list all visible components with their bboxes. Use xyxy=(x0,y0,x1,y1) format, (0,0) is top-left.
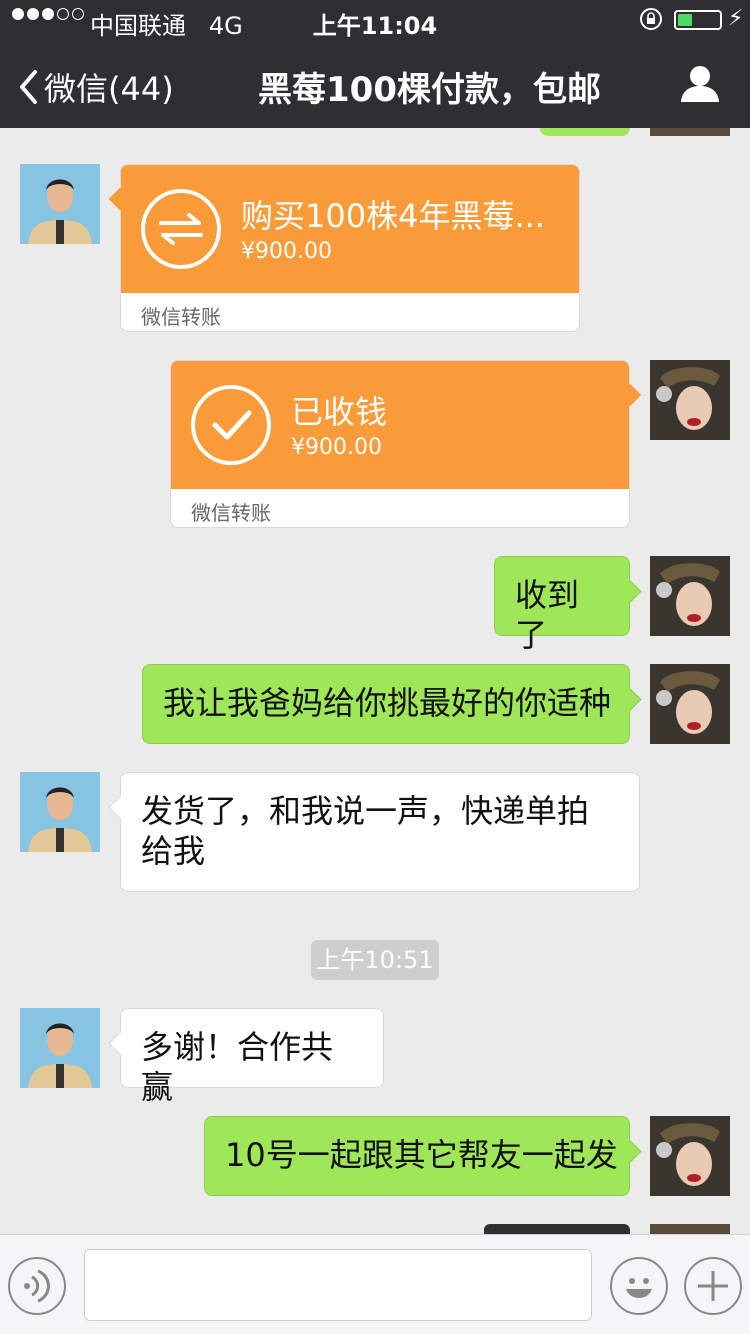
rotation-lock-icon xyxy=(640,8,662,30)
transfer-footer: 微信转账 xyxy=(141,305,221,329)
charging-icon: ⚡ xyxy=(728,6,744,31)
nav-bar: 微信(44) 黑莓100棵付款，包邮 xyxy=(0,42,750,128)
emoji-icon[interactable] xyxy=(610,1257,668,1315)
avatar-other[interactable] xyxy=(20,1008,100,1088)
avatar-other[interactable] xyxy=(20,772,100,852)
message-bubble-self[interactable]: 收到了 xyxy=(494,556,630,654)
battery-icon xyxy=(674,10,722,30)
chat-area[interactable]: 购买100株4年黑莓... ¥900.00 微信转账 已收钱 ¥900.00 微… xyxy=(0,128,750,1234)
checkmark-icon xyxy=(191,385,271,465)
plus-icon[interactable] xyxy=(684,1257,742,1315)
message-bubble-self[interactable]: 我让我爸妈给你挑最好的你适种 xyxy=(142,664,630,744)
avatar-self[interactable] xyxy=(650,556,730,636)
avatar-self[interactable] xyxy=(650,360,730,440)
message-bubble-self[interactable]: 10号一起跟其它帮友一起发 xyxy=(204,1116,630,1196)
transfer-footer: 微信转账 xyxy=(191,501,271,525)
transfer-amount: ¥900.00 xyxy=(291,435,382,460)
message-text: 发货了，和我说一声，快递单拍给我 xyxy=(141,792,590,870)
voice-icon[interactable] xyxy=(8,1257,66,1315)
transfer-title: 购买100株4年黑莓... xyxy=(241,197,545,235)
avatar-self[interactable] xyxy=(650,1116,730,1196)
transfer-card-received[interactable]: 已收钱 ¥900.00 微信转账 xyxy=(170,360,642,528)
back-label: 微信(44) xyxy=(44,70,174,108)
partial-bubble xyxy=(540,128,630,136)
partial-avatar xyxy=(650,1224,730,1234)
image-message-partial[interactable] xyxy=(484,1224,630,1234)
time-divider: 上午10:51 xyxy=(311,940,439,980)
chat-title: 黑莓100棵付款，包邮 xyxy=(258,70,601,110)
transfer-arrows-icon xyxy=(141,189,221,269)
avatar-other[interactable] xyxy=(20,164,100,244)
message-text: 收到了 xyxy=(515,576,580,654)
partial-avatar xyxy=(650,128,730,136)
status-time: 上午11:04 xyxy=(312,12,438,40)
transfer-amount: ¥900.00 xyxy=(241,239,332,264)
chevron-left-icon xyxy=(20,70,37,104)
back-button[interactable]: 微信(44) xyxy=(18,64,174,110)
battery-level xyxy=(678,14,692,26)
transfer-card-incoming[interactable]: 购买100株4年黑莓... ¥900.00 微信转账 xyxy=(108,164,580,332)
transfer-title: 已收钱 xyxy=(291,393,388,431)
message-bubble-other[interactable]: 多谢！合作共赢 xyxy=(120,1008,384,1106)
message-input[interactable] xyxy=(84,1249,592,1321)
message-text: 我让我爸妈给你挑最好的你适种 xyxy=(163,684,612,722)
message-text: 多谢！合作共赢 xyxy=(141,1028,334,1106)
avatar-self[interactable] xyxy=(650,664,730,744)
message-bubble-other[interactable]: 发货了，和我说一声，快递单拍给我 xyxy=(120,772,640,892)
status-bar: 中国联通 4G 上午11:04 ⚡ xyxy=(0,0,750,42)
message-text: 10号一起跟其它帮友一起发 xyxy=(225,1136,618,1174)
person-icon[interactable] xyxy=(680,64,720,108)
input-bar xyxy=(0,1234,750,1334)
